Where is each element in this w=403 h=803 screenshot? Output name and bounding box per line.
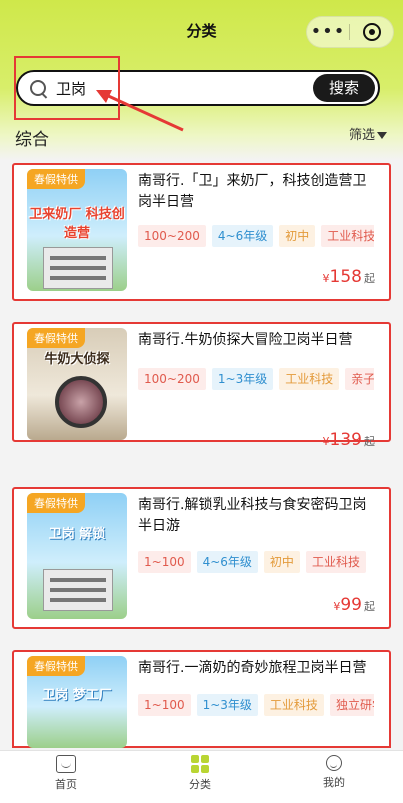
tab-home[interactable]: 首页 <box>26 751 106 792</box>
building-illustration <box>43 247 113 289</box>
product-image: 春假特供 卫来奶厂 科技创造营 <box>27 169 127 291</box>
price-currency: ¥ <box>322 435 330 448</box>
tag: 工业科技 <box>263 694 324 716</box>
tab-profile[interactable]: 我的 <box>294 751 374 790</box>
user-icon <box>326 755 342 771</box>
magnifier-illustration <box>55 376 107 428</box>
tag: 100~200 <box>138 368 206 390</box>
filter-button[interactable]: 筛选 <box>349 124 387 143</box>
tag-list: 100~2001~3年级工业科技亲子研 <box>138 368 374 392</box>
tag: 1~100 <box>138 551 191 573</box>
bottom-tab-bar: 首页 分类 我的 <box>0 750 403 803</box>
product-card[interactable]: 春假特供 牛奶大侦探 南哥行.牛奶侦探大冒险卫岗半日营 100~200 1~3年级… <box>12 322 391 450</box>
product-card[interactable]: 春假特供 卫岗 梦工厂 南哥行.一滴奶的奇妙旅程卫岗半日营 1~100 1~3年级… <box>12 650 391 748</box>
price-unit: 起 <box>364 600 375 613</box>
tag: 4~6年级 <box>211 225 274 247</box>
tag: 4~6年级 <box>196 551 258 573</box>
tag: 1~3年级 <box>196 694 258 716</box>
price-value: 158 <box>329 267 362 287</box>
category-icon <box>190 755 210 773</box>
tag: 100~200 <box>138 225 206 247</box>
tag-list: 1~100 4~6年级 初中 工业科技 <box>138 551 374 575</box>
product-card[interactable]: 春假特供 卫岗 解锁 南哥行.解锁乳业科技与食安密码卫岗半日游 1~100 4~6… <box>12 487 391 629</box>
building-illustration <box>43 569 113 611</box>
tag-list: 100~200 4~6年级 初中 工业科技 <box>138 225 374 249</box>
tab-category[interactable]: 分类 <box>160 751 240 792</box>
product-image: 春假特供 牛奶大侦探 <box>27 328 127 440</box>
product-image: 春假特供 卫岗 解锁 <box>27 493 127 619</box>
product-card[interactable]: 春假特供 卫来奶厂 科技创造营 南哥行.「卫」来奶厂，科技创造营卫岗半日营 10… <box>12 163 391 301</box>
tag: 亲子研 <box>345 368 374 390</box>
caret-down-icon <box>377 132 387 139</box>
poster-text: 牛奶大侦探 <box>44 352 110 367</box>
price-value: 99 <box>340 595 362 615</box>
price: ¥139 起 <box>323 430 375 450</box>
price-unit: 起 <box>364 272 375 285</box>
promo-badge: 春假特供 <box>27 169 85 189</box>
tab-label: 我的 <box>323 776 345 789</box>
price: ¥99 起 <box>333 595 375 615</box>
poster-text: 卫岗 梦工厂 <box>42 688 112 703</box>
product-title: 南哥行.一滴奶的奇妙旅程卫岗半日营 <box>138 660 367 676</box>
poster-text: 卫来奶厂 科技创造营 <box>29 207 125 241</box>
promo-badge: 春假特供 <box>27 656 85 676</box>
product-title: 南哥行.「卫」来奶厂，科技创造营卫岗半日营 <box>138 173 367 210</box>
tag: 1~3年级 <box>211 368 274 390</box>
product-image: 春假特供 卫岗 梦工厂 <box>27 656 127 748</box>
tab-label: 首页 <box>55 778 77 791</box>
tag: 初中 <box>279 225 316 247</box>
price-unit: 起 <box>364 435 375 448</box>
product-title: 南哥行.解锁乳业科技与食安密码卫岗半日游 <box>138 497 367 534</box>
promo-badge: 春假特供 <box>27 493 85 513</box>
tag: 工业科技 <box>321 225 374 247</box>
poster-text: 卫岗 解锁 <box>48 527 106 542</box>
section-title: 综合 <box>15 130 49 150</box>
price: ¥158 起 <box>323 267 375 287</box>
tag: 独立研学 <box>329 694 374 716</box>
tab-label: 分类 <box>189 778 211 791</box>
tag: 工业科技 <box>279 368 340 390</box>
tag-list: 1~1001~3年级工业科技独立研学 <box>138 694 374 718</box>
price-currency: ¥ <box>322 272 330 285</box>
home-icon <box>56 755 76 773</box>
tag: 初中 <box>263 551 300 573</box>
price-value: 139 <box>329 430 362 450</box>
filter-label: 筛选 <box>348 128 375 143</box>
tag: 工业科技 <box>305 551 366 573</box>
tag: 1~100 <box>138 694 191 716</box>
promo-badge: 春假特供 <box>27 328 85 348</box>
product-title: 南哥行.牛奶侦探大冒险卫岗半日营 <box>138 332 353 348</box>
